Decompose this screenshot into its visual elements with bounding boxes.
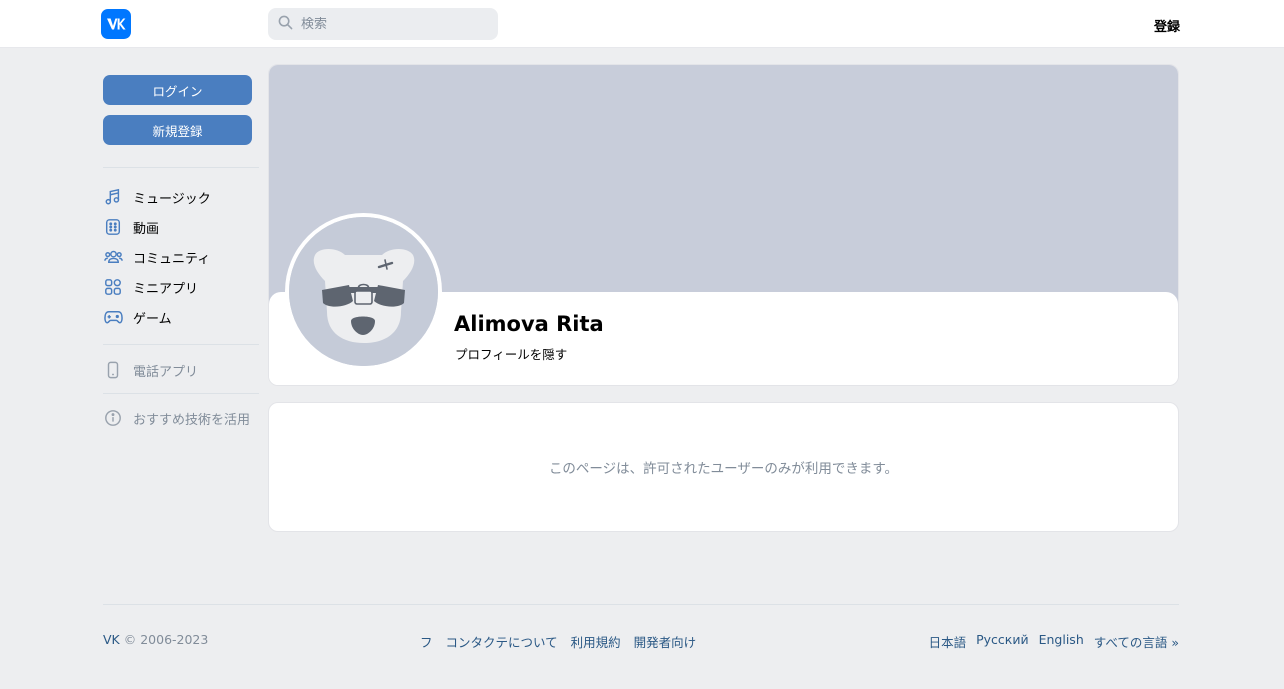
footer-link-developers[interactable]: 開発者向け	[634, 632, 697, 651]
sidebar-item-label: ミュージック	[133, 191, 211, 207]
users-icon	[103, 247, 123, 267]
footer-link-terms[interactable]: 利用規約	[571, 632, 621, 651]
sidebar-item-recommendations[interactable]: おすすめ技術を活用	[103, 405, 259, 431]
gamepad-icon	[103, 307, 123, 327]
sidebar-item-label: ミニアプリ	[133, 281, 199, 297]
language-english[interactable]: English	[1039, 632, 1084, 651]
vk-logo-icon[interactable]	[101, 9, 131, 39]
info-icon	[103, 408, 123, 428]
search-input[interactable]	[301, 16, 491, 32]
phone-icon	[103, 360, 123, 380]
apps-grid-icon	[103, 277, 123, 297]
language-all[interactable]: すべての言語 »	[1094, 632, 1179, 651]
signup-button[interactable]: 新規登録	[103, 115, 252, 145]
footer-divider	[103, 604, 1179, 605]
sidebar-item-games[interactable]: ゲーム	[103, 304, 259, 330]
footer-link[interactable]: フ	[420, 632, 433, 651]
private-notice-card: このページは、許可されたユーザーのみが利用できます。	[268, 402, 1179, 532]
footer-brand: VK	[103, 632, 120, 647]
dog-avatar-icon	[289, 217, 438, 366]
music-note-icon	[103, 187, 123, 207]
sidebar-item-label: ゲーム	[133, 311, 172, 327]
footer-languages: 日本語 Русский English すべての言語 »	[929, 632, 1179, 651]
private-notice-text: このページは、許可されたユーザーのみが利用できます。	[548, 461, 899, 477]
profile-name: Alimova Rita	[454, 312, 604, 336]
sidebar-item-music[interactable]: ミュージック	[103, 184, 259, 210]
video-icon	[103, 217, 123, 237]
sidebar-divider	[103, 393, 259, 394]
avatar[interactable]	[285, 213, 442, 370]
footer-link-about[interactable]: コンタクテについて	[446, 632, 558, 651]
sidebar-item-label: 動画	[133, 221, 160, 237]
sidebar-divider	[103, 167, 259, 168]
footer-copyright-text: © 2006-2023	[123, 632, 209, 647]
search-box[interactable]	[268, 8, 498, 40]
header-register-link[interactable]: 登録	[1154, 16, 1180, 35]
top-header: 登録	[0, 0, 1284, 48]
language-japanese[interactable]: 日本語	[929, 632, 967, 651]
sidebar-item-label: 電話アプリ	[133, 364, 199, 380]
sidebar-item-phone-app[interactable]: 電話アプリ	[103, 357, 259, 383]
login-button[interactable]: ログイン	[103, 75, 252, 105]
footer-copyright: VK © 2006-2023	[103, 632, 208, 647]
search-icon	[278, 15, 293, 34]
sidebar-item-label: おすすめ技術を活用	[133, 412, 251, 428]
sidebar-item-video[interactable]: 動画	[103, 214, 259, 240]
sidebar-item-label: コミュニティ	[133, 251, 211, 267]
profile-card: Alimova Rita プロフィールを隠す	[268, 64, 1179, 386]
hide-profile-link[interactable]: プロフィールを隠す	[455, 344, 567, 363]
sidebar-item-communities[interactable]: コミュニティ	[103, 244, 259, 270]
language-russian[interactable]: Русский	[976, 632, 1028, 651]
sidebar-item-mini-apps[interactable]: ミニアプリ	[103, 274, 259, 300]
footer-links: フ コンタクテについて 利用規約 開発者向け	[420, 632, 696, 651]
sidebar-divider	[103, 344, 259, 345]
